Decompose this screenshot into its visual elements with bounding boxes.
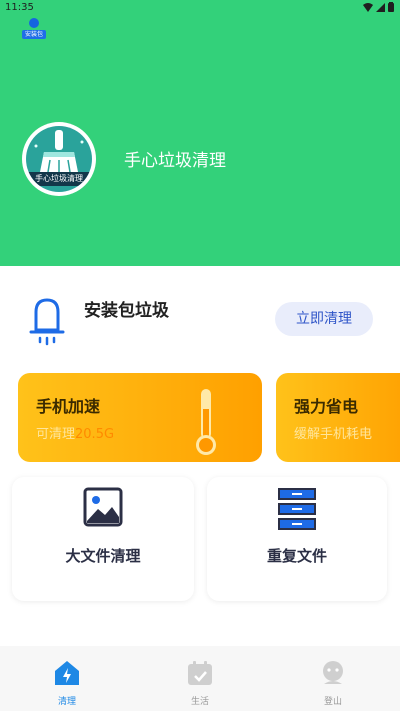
big-file-clean-label: 大文件清理	[65, 547, 141, 565]
power-saving-subtitle: 缓解手机耗电	[294, 427, 373, 442]
phone-boost-card[interactable]: 手机加速 可清理20.5G	[18, 373, 262, 462]
clean-now-button[interactable]: 立即清理	[275, 302, 373, 336]
home-bolt-icon	[55, 661, 79, 685]
profile-icon	[323, 661, 343, 684]
bell-icon	[29, 298, 65, 346]
power-saving-card[interactable]: 强力省电 缓解手机耗电	[276, 373, 400, 462]
big-file-clean-tile[interactable]: 大文件清理	[12, 477, 194, 601]
power-saving-title: 强力省电	[294, 397, 359, 416]
calendar-icon	[188, 661, 212, 685]
bottom-tab-bar: 清理 生活 登山	[0, 646, 400, 711]
duplicate-files-label: 重复文件	[266, 547, 327, 565]
tab-hiking[interactable]: 登山	[298, 646, 368, 711]
notification-chip[interactable]: 安装包	[22, 18, 46, 40]
apk-junk-row: 安装包垃圾 立即清理	[0, 286, 400, 356]
wifi-icon	[363, 2, 373, 12]
phone-boost-sub-value: 20.5G	[75, 427, 115, 442]
file-cabinet-icon	[278, 488, 316, 530]
apk-junk-title: 安装包垃圾	[84, 301, 169, 321]
broom-logo-icon: 手心垃圾清理	[26, 126, 92, 192]
phone-boost-subtitle: 可清理20.5G	[36, 423, 114, 442]
app-name: 手心垃圾清理	[124, 151, 226, 171]
signal-icon	[376, 2, 385, 12]
tab-hiking-label: 登山	[323, 697, 342, 707]
thermometer-icon	[196, 389, 216, 455]
logo-caption: 手心垃圾清理	[26, 172, 92, 186]
notification-dot	[29, 18, 39, 28]
tab-clean[interactable]: 清理	[32, 646, 102, 711]
app-logo: 手心垃圾清理	[22, 122, 96, 196]
status-bar: 11:35	[0, 0, 400, 16]
status-icons	[363, 2, 394, 12]
tab-life[interactable]: 生活	[165, 646, 235, 711]
tab-life-label: 生活	[190, 697, 209, 707]
tab-clean-label: 清理	[57, 697, 76, 707]
image-file-icon	[83, 487, 123, 527]
duplicate-files-tile[interactable]: 重复文件	[207, 477, 387, 601]
status-time: 11:35	[5, 2, 34, 13]
battery-icon	[388, 2, 394, 12]
phone-boost-title: 手机加速	[36, 397, 101, 416]
notification-tag: 安装包	[22, 30, 46, 39]
phone-boost-sub-prefix: 可清理	[36, 427, 76, 442]
